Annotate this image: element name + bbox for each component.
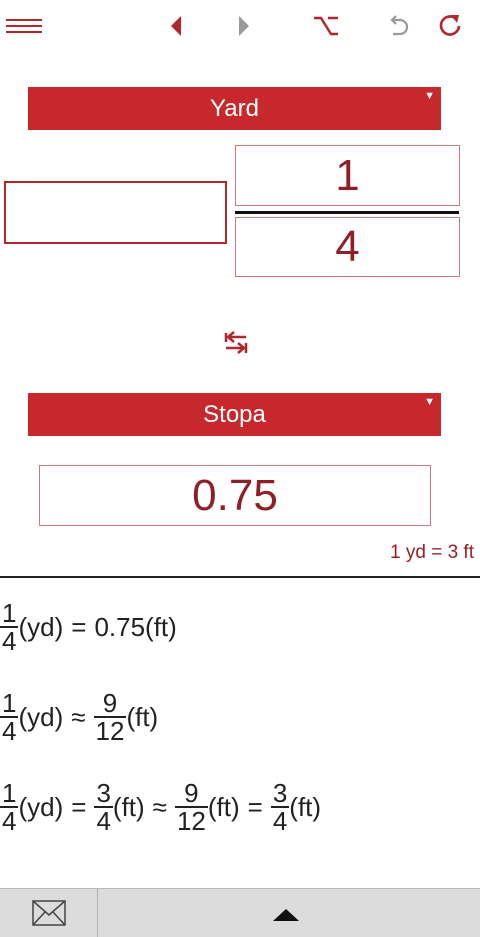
dropdown-caret-icon: ▼ xyxy=(424,396,435,408)
triangle-right-icon xyxy=(239,16,249,36)
menu-button[interactable] xyxy=(4,10,44,42)
from-unit-label: Yard xyxy=(210,94,259,122)
option-key-icon xyxy=(314,16,338,36)
swap-units-button[interactable] xyxy=(216,322,256,362)
hamburger-icon xyxy=(6,19,42,33)
toolbar xyxy=(0,0,480,56)
to-unit-label: Stopa xyxy=(203,400,266,428)
email-button[interactable] xyxy=(0,889,98,937)
undo-icon xyxy=(390,15,409,36)
forward-button[interactable] xyxy=(224,10,264,42)
conversion-ratio: 1 yd = 3 ft xyxy=(390,542,474,563)
back-button[interactable] xyxy=(156,10,196,42)
refresh-icon xyxy=(439,15,461,36)
to-unit-select[interactable]: Stopa ▼ xyxy=(28,393,441,436)
divider xyxy=(0,576,480,578)
whole-number-input[interactable] xyxy=(4,181,227,244)
result-line-decimal: 1 4 (yd) = 0.75 (ft) xyxy=(0,598,177,656)
reset-button[interactable] xyxy=(430,10,470,42)
undo-button[interactable] xyxy=(378,10,418,42)
result-line-full: 1 4 (yd) = 3 4 (ft) ≈ 9 12 (ft) = 3 4 (f… xyxy=(0,778,322,836)
triangle-left-icon xyxy=(171,16,181,36)
denominator-input[interactable]: 4 xyxy=(235,217,460,277)
dropdown-caret-icon: ▼ xyxy=(424,90,435,102)
option-button[interactable] xyxy=(306,10,346,42)
from-unit-select[interactable]: Yard ▼ xyxy=(28,87,441,130)
lhs-fraction: 1 4 xyxy=(0,598,19,656)
bottom-bar xyxy=(0,888,480,937)
output-value-field: 0.75 xyxy=(39,465,431,526)
fraction-bar xyxy=(235,211,459,214)
expand-panel-button[interactable] xyxy=(270,903,302,927)
triangle-up-icon xyxy=(273,909,299,921)
envelope-icon xyxy=(31,900,66,926)
swap-arrows-icon xyxy=(224,331,248,354)
numerator-input[interactable]: 1 xyxy=(235,145,460,206)
result-line-approx: 1 4 (yd) ≈ 9 12 (ft) xyxy=(0,688,159,746)
